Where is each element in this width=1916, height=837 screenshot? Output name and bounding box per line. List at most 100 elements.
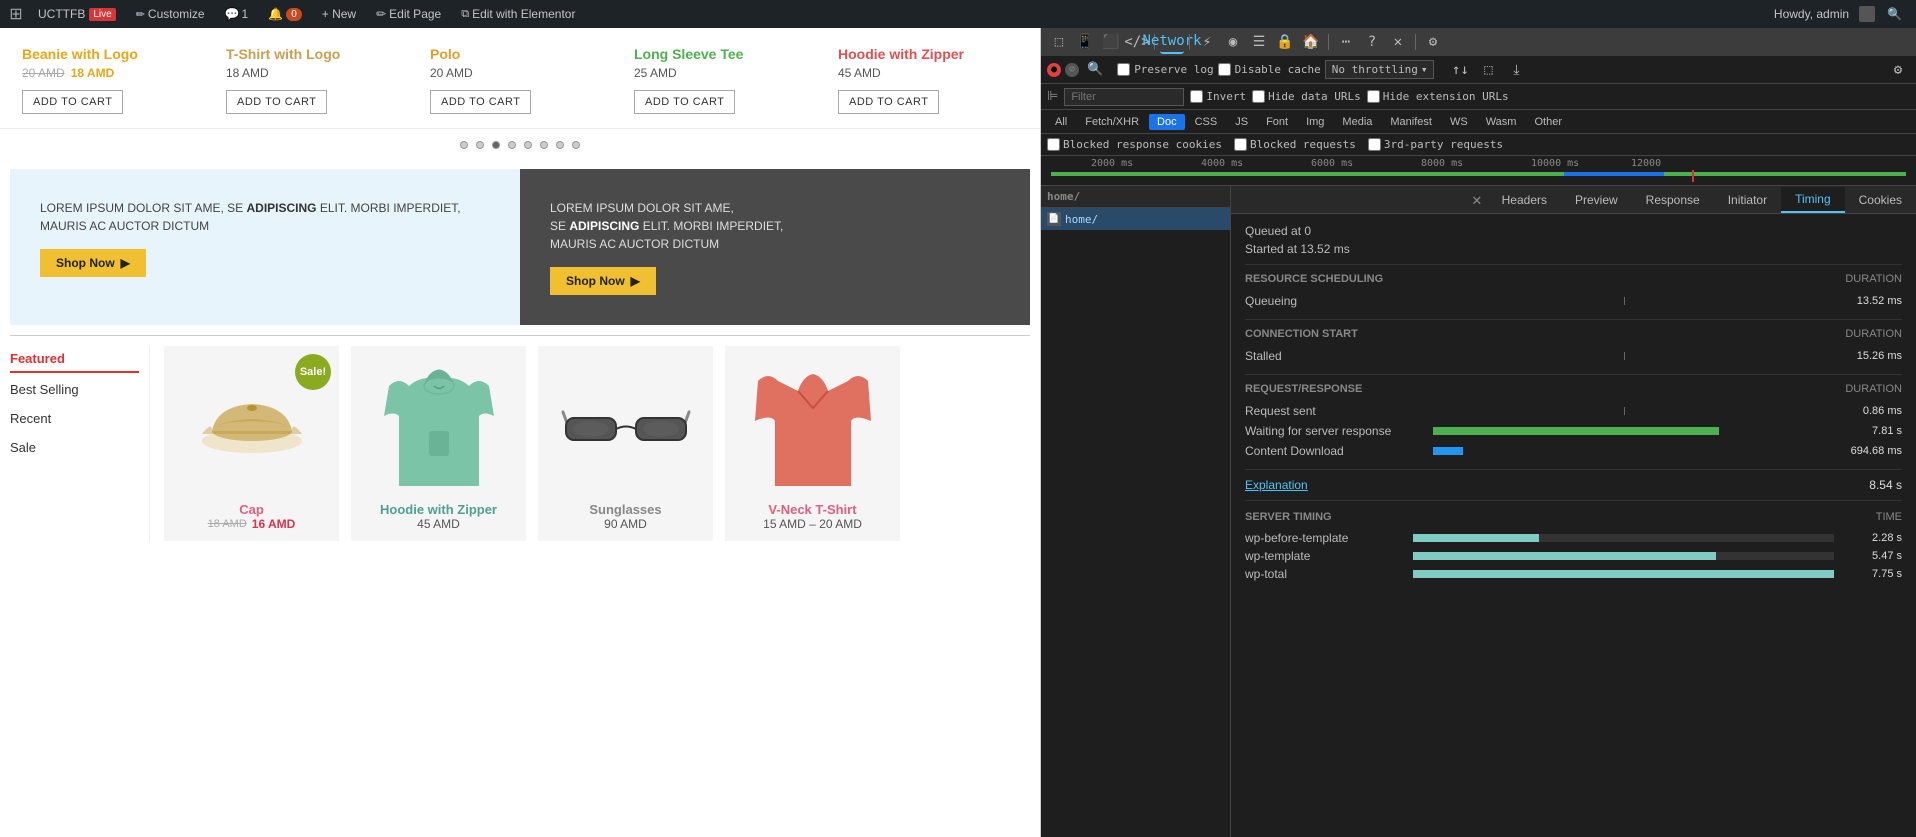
- customize-bar-item[interactable]: ✏ Customize: [128, 0, 213, 28]
- dt-server-timing-header-row: Server Timing TIME: [1245, 511, 1902, 523]
- dot-3[interactable]: [492, 141, 500, 149]
- tab-sale[interactable]: Sale: [10, 435, 139, 460]
- dt-blocked-cookies-checkbox[interactable]: [1047, 138, 1060, 151]
- dt-clear-requests-icon[interactable]: ⬚: [1476, 58, 1500, 82]
- dt-type-media[interactable]: Media: [1334, 114, 1380, 130]
- dt-type-doc[interactable]: Doc: [1149, 114, 1185, 130]
- shop-now-dark-btn[interactable]: Shop Now ▶: [550, 267, 656, 295]
- dt-tab-preview[interactable]: Preview: [1561, 187, 1632, 213]
- product-name-1[interactable]: Beanie with Logo: [22, 46, 202, 62]
- site-name-bar-item[interactable]: UCTTFB Live: [30, 0, 124, 28]
- tab-recent[interactable]: Recent: [10, 406, 139, 431]
- sunglasses-name[interactable]: Sunglasses: [589, 502, 661, 517]
- dt-disable-cache-label: Disable cache: [1218, 63, 1321, 76]
- dt-type-font[interactable]: Font: [1258, 114, 1296, 130]
- add-to-cart-btn-5[interactable]: ADD TO CART: [838, 90, 939, 114]
- wp-logo-icon[interactable]: ⊞: [6, 4, 26, 24]
- dt-blocked-requests-checkbox[interactable]: [1234, 138, 1247, 151]
- dt-tab-initiator[interactable]: Initiator: [1714, 187, 1781, 213]
- dt-type-manifest[interactable]: Manifest: [1382, 114, 1440, 130]
- shop-now-light-btn[interactable]: Shop Now ▶: [40, 249, 146, 277]
- dt-type-img[interactable]: Img: [1298, 114, 1332, 130]
- dt-disable-cache-checkbox[interactable]: [1218, 63, 1231, 76]
- dt-network-settings-icon[interactable]: ⚙: [1886, 58, 1910, 82]
- add-to-cart-btn-1[interactable]: ADD TO CART: [22, 90, 123, 114]
- dt-close-icon[interactable]: ✕: [1386, 30, 1410, 54]
- dt-application-icon[interactable]: ☰: [1247, 30, 1271, 54]
- add-to-cart-btn-3[interactable]: ADD TO CART: [430, 90, 531, 114]
- dt-third-party-checkbox[interactable]: [1368, 138, 1381, 151]
- dt-type-all[interactable]: All: [1047, 114, 1075, 130]
- dot-4[interactable]: [508, 141, 516, 149]
- dt-memory-icon[interactable]: ◉: [1221, 30, 1245, 54]
- dt-help-icon[interactable]: ?: [1360, 30, 1384, 54]
- product-name-3[interactable]: Polo: [430, 46, 610, 62]
- dt-more-icon[interactable]: ⋯: [1334, 30, 1358, 54]
- dt-export-icon[interactable]: ⤓: [1504, 58, 1528, 82]
- dt-lighthouse-icon[interactable]: 🏠: [1299, 30, 1323, 54]
- dt-security-icon[interactable]: 🔒: [1273, 30, 1297, 54]
- hoodie-name[interactable]: Hoodie with Zipper: [380, 502, 497, 517]
- dot-5[interactable]: [524, 141, 532, 149]
- tab-featured[interactable]: Featured: [10, 346, 139, 373]
- dt-console-icon[interactable]: ⬛: [1099, 30, 1123, 54]
- dot-7[interactable]: [556, 141, 564, 149]
- dt-tab-timing[interactable]: Timing: [1781, 187, 1845, 213]
- dt-detail-pane: ✕ Headers Preview Response Initiator Tim…: [1231, 186, 1916, 837]
- product-name-5[interactable]: Hoodie with Zipper: [838, 46, 1018, 62]
- dt-tab-response[interactable]: Response: [1632, 187, 1714, 213]
- cap-name[interactable]: Cap: [239, 502, 264, 517]
- dt-queueing-row: Queueing 13.52 ms: [1245, 291, 1902, 311]
- dt-record-btn[interactable]: ●: [1047, 63, 1061, 77]
- dot-8[interactable]: [572, 141, 580, 149]
- dt-preserve-log-checkbox[interactable]: [1117, 63, 1130, 76]
- add-to-cart-btn-2[interactable]: ADD TO CART: [226, 90, 327, 114]
- dt-filter-input[interactable]: [1064, 88, 1184, 106]
- dt-performance-icon[interactable]: ⚡: [1195, 30, 1219, 54]
- dt-type-wasm[interactable]: Wasm: [1478, 114, 1525, 130]
- product-name-4[interactable]: Long Sleeve Tee: [634, 46, 814, 62]
- dt-type-fetch[interactable]: Fetch/XHR: [1077, 114, 1147, 130]
- vneck-name[interactable]: V-Neck T-Shirt: [768, 502, 856, 517]
- tab-best-selling[interactable]: Best Selling: [10, 377, 139, 402]
- new-bar-item[interactable]: + New: [314, 0, 364, 28]
- dt-sep-4: [1415, 34, 1416, 50]
- dt-search-icon[interactable]: 🔍: [1087, 62, 1103, 77]
- dt-divider-3: [1245, 374, 1902, 375]
- dt-hide-ext-urls-checkbox[interactable]: [1367, 90, 1380, 103]
- add-to-cart-btn-4[interactable]: ADD TO CART: [634, 90, 735, 114]
- dot-6[interactable]: [540, 141, 548, 149]
- dt-clear-btn[interactable]: ⊘: [1065, 63, 1079, 77]
- dt-settings-icon[interactable]: ⚙: [1421, 30, 1445, 54]
- dt-import-export-icon[interactable]: ↑↓: [1448, 58, 1472, 82]
- featured-product-hoodie: Hoodie with Zipper 45 AMD: [351, 346, 526, 541]
- dt-detail-close-btn[interactable]: ✕: [1472, 190, 1482, 209]
- dot-2[interactable]: [476, 141, 484, 149]
- dt-req-row-home[interactable]: 📄 home/: [1041, 208, 1230, 230]
- dt-network-tab-icon[interactable]: Network: [1160, 30, 1184, 54]
- admin-avatar[interactable]: [1859, 6, 1875, 22]
- dot-1[interactable]: [460, 141, 468, 149]
- dt-type-ws[interactable]: WS: [1442, 114, 1476, 130]
- dt-no-throttle-btn[interactable]: No throttling ▾: [1325, 60, 1435, 79]
- dt-device-icon[interactable]: 📱: [1073, 30, 1097, 54]
- search-bar-item[interactable]: 🔍: [1879, 0, 1910, 28]
- product-name-2[interactable]: T-Shirt with Logo: [226, 46, 406, 62]
- edit-elementor-bar-item[interactable]: ⧉ Edit with Elementor: [453, 0, 583, 28]
- dt-tab-cookies[interactable]: Cookies: [1845, 187, 1916, 213]
- dt-sep-3: [1328, 34, 1329, 50]
- dt-timeline: 2000 ms 4000 ms 6000 ms 8000 ms 10000 ms…: [1041, 156, 1916, 186]
- dt-invert-checkbox[interactable]: [1190, 90, 1203, 103]
- edit-page-bar-item[interactable]: ✏ Edit Page: [368, 0, 449, 28]
- comments-bar-item[interactable]: 💬 1: [217, 0, 257, 28]
- dt-hide-data-urls-checkbox[interactable]: [1252, 90, 1265, 103]
- dt-type-css[interactable]: CSS: [1187, 114, 1226, 130]
- dt-explanation-link[interactable]: Explanation: [1245, 478, 1308, 492]
- dt-type-other[interactable]: Other: [1526, 114, 1570, 130]
- dt-type-js[interactable]: JS: [1227, 114, 1256, 130]
- dt-inspect-icon[interactable]: ⬚: [1047, 30, 1071, 54]
- dt-tab-headers[interactable]: Headers: [1488, 187, 1561, 213]
- dt-server-name-2: wp-total: [1245, 567, 1405, 581]
- notifications-bar-item[interactable]: 🔔 0: [260, 0, 310, 28]
- sale-badge: Sale!: [295, 354, 331, 390]
